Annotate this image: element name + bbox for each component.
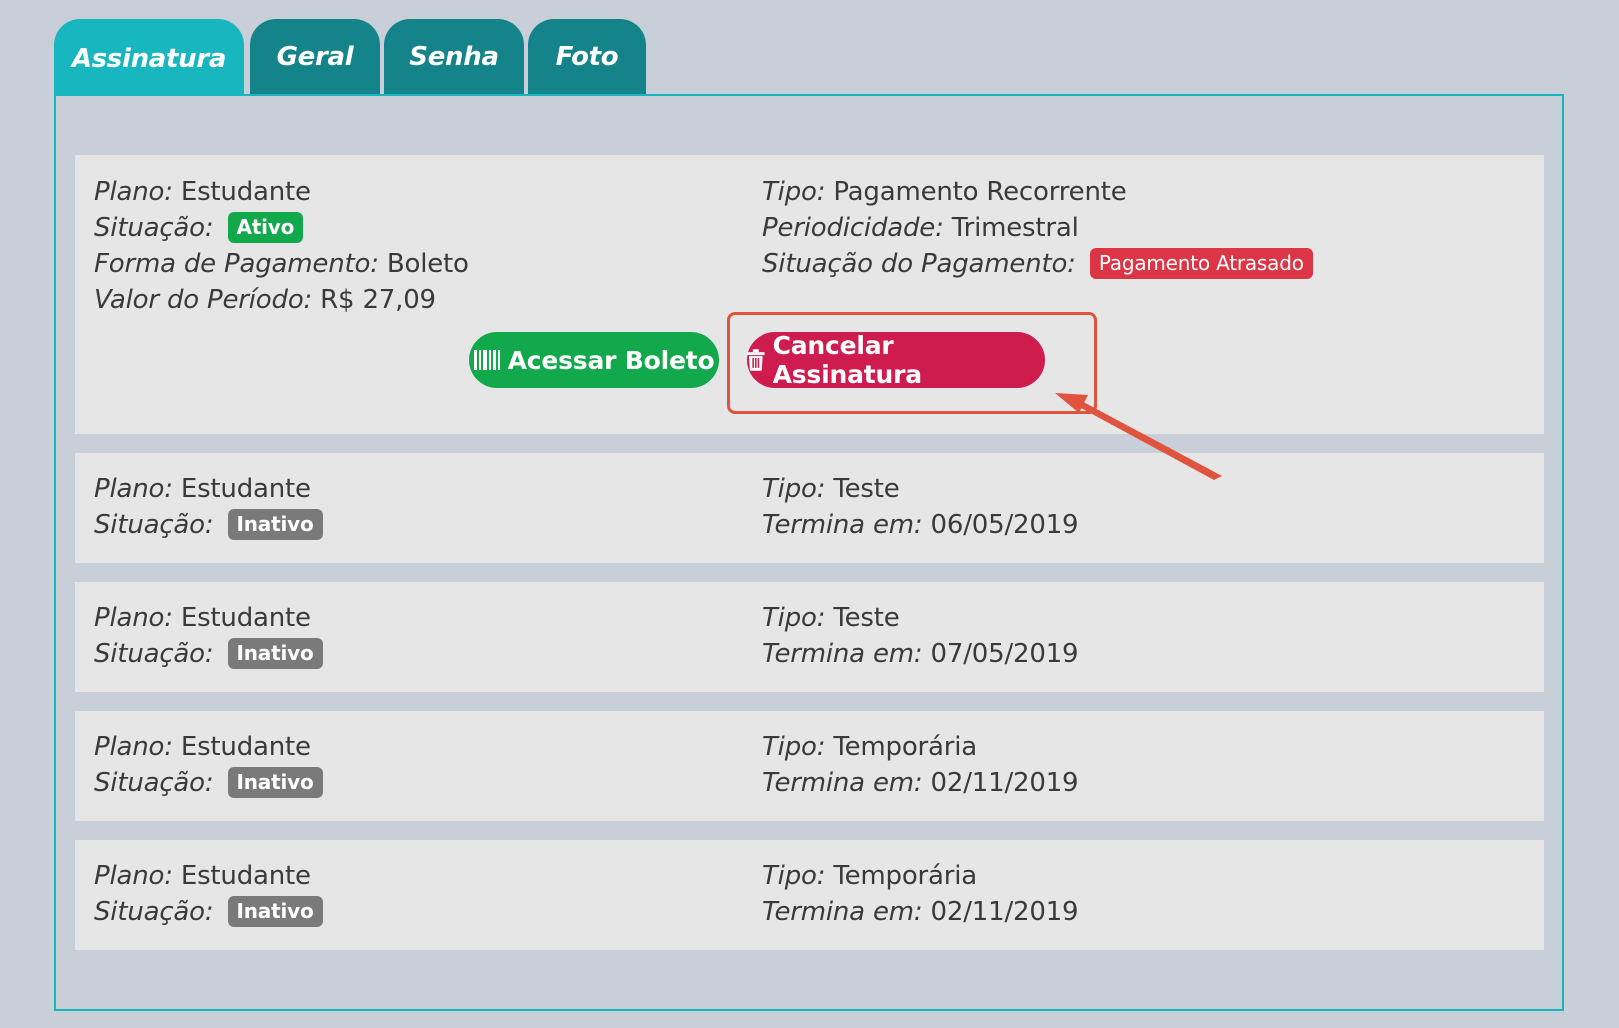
tab-assinatura[interactable]: Assinatura: [54, 19, 244, 98]
termina-em-value: 07/05/2019: [930, 639, 1079, 669]
termina-em-field: Termina em: 02/11/2019: [762, 895, 1079, 929]
barcode-icon: [473, 350, 500, 370]
periodicidade-field: Periodicidade: Trimestral: [762, 211, 1079, 245]
plano-label: Plano:: [94, 732, 173, 762]
plano-label: Plano:: [94, 603, 173, 633]
tab-label: Foto: [555, 42, 619, 72]
plano-field: Plano: Estudante: [94, 859, 311, 893]
termina-em-label: Termina em:: [762, 768, 923, 798]
tipo-value: Temporária: [833, 732, 978, 762]
past-subscription-card: Plano: Estudante Situação: Inativo Tipo:…: [75, 582, 1544, 692]
status-badge: Inativo: [227, 638, 323, 669]
forma-pagamento-label: Forma de Pagamento:: [94, 249, 379, 279]
situacao-pagamento-label: Situação do Pagamento:: [762, 249, 1076, 279]
situacao-field: Situação: Inativo: [94, 508, 323, 542]
tipo-field: Tipo: Temporária: [762, 859, 977, 893]
tab-label: Geral: [276, 42, 354, 72]
situacao-pagamento-field: Situação do Pagamento: Pagamento Atrasad…: [762, 247, 1313, 281]
plano-label: Plano:: [94, 861, 173, 891]
tab-geral[interactable]: Geral: [250, 19, 380, 95]
plano-value: Estudante: [180, 732, 311, 762]
plano-label: Plano:: [94, 474, 173, 504]
situacao-label: Situação:: [94, 213, 214, 243]
status-badge: Inativo: [227, 767, 323, 798]
situacao-field: Situação: Inativo: [94, 637, 323, 671]
valor-periodo-value: R$ 27,09: [320, 285, 436, 315]
annotation-highlight-box: [727, 312, 1097, 414]
acessar-boleto-label: Acessar Boleto: [507, 345, 715, 375]
periodicidade-label: Periodicidade:: [762, 213, 944, 243]
plano-field: Plano: Estudante: [94, 472, 311, 506]
past-subscription-card: Plano: Estudante Situação: Inativo Tipo:…: [75, 711, 1544, 821]
situacao-field: Situação: Inativo: [94, 895, 323, 929]
termina-em-field: Termina em: 02/11/2019: [762, 766, 1079, 800]
tipo-label: Tipo:: [762, 603, 826, 633]
tipo-label: Tipo:: [762, 861, 826, 891]
forma-pagamento-field: Forma de Pagamento: Boleto: [94, 247, 469, 281]
plano-field: Plano: Estudante: [94, 175, 311, 209]
tipo-field: Tipo: Teste: [762, 601, 900, 635]
status-badge: Inativo: [227, 896, 323, 927]
acessar-boleto-button[interactable]: Acessar Boleto: [469, 332, 719, 388]
tipo-field: Tipo: Teste: [762, 472, 900, 506]
status-badge: Ativo: [227, 212, 304, 243]
situacao-label: Situação:: [94, 897, 214, 927]
tipo-label: Tipo:: [762, 474, 826, 504]
tipo-label: Tipo:: [762, 177, 826, 207]
tab-senha[interactable]: Senha: [384, 19, 524, 95]
payment-status-badge: Pagamento Atrasado: [1089, 248, 1313, 279]
tipo-value: Teste: [833, 603, 900, 633]
subscription-panel: Plano: Estudante Situação: Ativo Forma d…: [54, 94, 1564, 1011]
past-subscription-card: Plano: Estudante Situação: Inativo Tipo:…: [75, 453, 1544, 563]
plano-value: Estudante: [180, 177, 311, 207]
situacao-label: Situação:: [94, 768, 214, 798]
status-badge: Inativo: [227, 509, 323, 540]
tab-label: Senha: [409, 42, 499, 72]
termina-em-value: 06/05/2019: [930, 510, 1079, 540]
valor-periodo-field: Valor do Período: R$ 27,09: [94, 283, 436, 317]
situacao-field: Situação: Inativo: [94, 766, 323, 800]
termina-em-field: Termina em: 07/05/2019: [762, 637, 1079, 671]
past-subscription-card: Plano: Estudante Situação: Inativo Tipo:…: [75, 840, 1544, 950]
tipo-value: Pagamento Recorrente: [833, 177, 1127, 207]
forma-pagamento-value: Boleto: [386, 249, 469, 279]
termina-em-value: 02/11/2019: [930, 768, 1079, 798]
termina-em-value: 02/11/2019: [930, 897, 1079, 927]
plano-value: Estudante: [180, 603, 311, 633]
tipo-value: Temporária: [833, 861, 978, 891]
termina-em-label: Termina em:: [762, 639, 923, 669]
termina-em-label: Termina em:: [762, 510, 923, 540]
plano-value: Estudante: [180, 474, 311, 504]
termina-em-field: Termina em: 06/05/2019: [762, 508, 1079, 542]
tipo-label: Tipo:: [762, 732, 826, 762]
situacao-field: Situação: Ativo: [94, 211, 304, 245]
tipo-field: Tipo: Pagamento Recorrente: [762, 175, 1127, 209]
situacao-label: Situação:: [94, 639, 214, 669]
plano-field: Plano: Estudante: [94, 601, 311, 635]
tab-foto[interactable]: Foto: [528, 19, 646, 95]
plano-value: Estudante: [180, 861, 311, 891]
valor-periodo-label: Valor do Período:: [94, 285, 313, 315]
tipo-value: Teste: [833, 474, 900, 504]
situacao-label: Situação:: [94, 510, 214, 540]
termina-em-label: Termina em:: [762, 897, 923, 927]
tipo-field: Tipo: Temporária: [762, 730, 977, 764]
plano-label: Plano:: [94, 177, 173, 207]
periodicidade-value: Trimestral: [951, 213, 1079, 243]
tab-label: Assinatura: [71, 43, 227, 74]
plano-field: Plano: Estudante: [94, 730, 311, 764]
